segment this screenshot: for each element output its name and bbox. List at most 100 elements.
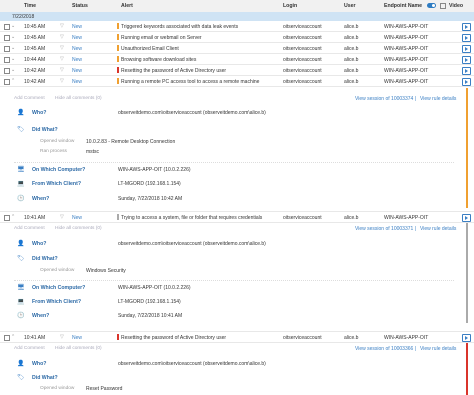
row-checkbox[interactable]	[4, 67, 10, 74]
table-row[interactable]: ⌄ 10:45 AM ▽ New Running email or webmai…	[0, 32, 474, 43]
row-checkbox[interactable]	[4, 45, 10, 52]
row-time: 10:45 AM	[24, 34, 46, 41]
table-row[interactable]: ⌄ 10:45 AM ▽ New Triggered keywords asso…	[0, 21, 474, 32]
row-checkbox[interactable]	[4, 78, 10, 85]
tag-icon: 🏷	[17, 375, 25, 381]
row-time: 10:45 AM	[24, 23, 46, 30]
chevron-down-icon[interactable]: ⌄	[11, 45, 15, 51]
add-comment-link[interactable]: Add Comment	[14, 96, 45, 101]
view-rule-link[interactable]: View rule details	[420, 96, 456, 102]
table-row[interactable]: ⌄ 10:44 AM ▽ New Browsing software downl…	[0, 54, 474, 65]
video-play-icon[interactable]	[462, 34, 471, 42]
chevron-up-icon[interactable]: ⌃	[11, 214, 15, 220]
table-row[interactable]: ⌄ 10:42 AM ▽ New Resetting the password …	[0, 65, 474, 76]
link-separator: |	[415, 346, 417, 352]
row-checkbox[interactable]	[4, 334, 10, 341]
row-endpoint: WIN-AWS-APP-OIT	[384, 56, 429, 63]
row-checkbox[interactable]	[4, 214, 10, 221]
filter-icon[interactable]: ▽	[60, 34, 64, 40]
view-session-link[interactable]: View session of 10003371	[355, 226, 413, 232]
row-status[interactable]: New	[72, 57, 82, 63]
row-checkbox[interactable]	[4, 56, 10, 63]
row-status[interactable]: New	[72, 79, 82, 85]
col-login[interactable]: Login	[283, 3, 297, 9]
chevron-down-icon[interactable]: ⌄	[11, 56, 15, 62]
video-play-icon[interactable]	[462, 67, 471, 75]
video-play-icon[interactable]	[462, 45, 471, 53]
row-status[interactable]: New	[72, 68, 82, 74]
col-video[interactable]: Video	[449, 3, 463, 9]
video-play-icon[interactable]	[462, 334, 471, 342]
row-status[interactable]: New	[72, 46, 82, 52]
col-status[interactable]: Status	[72, 3, 88, 9]
when-value: Sunday, 7/22/2018 10:42 AM	[118, 196, 183, 202]
chevron-down-icon[interactable]: ⌄	[11, 34, 15, 40]
add-comment-link[interactable]: Add Comment	[14, 226, 45, 231]
chevron-down-icon[interactable]: ⌄	[11, 67, 15, 73]
row-checkbox[interactable]	[4, 34, 10, 41]
row-user: alice.b	[344, 214, 359, 221]
filter-icon[interactable]: ▽	[60, 45, 64, 51]
row-status[interactable]: New	[72, 215, 82, 221]
row-alert[interactable]: Browsing software download sites	[121, 57, 196, 63]
filter-icon[interactable]: ▽	[60, 67, 64, 73]
row-checkbox[interactable]	[4, 23, 10, 30]
severity-bar	[117, 334, 119, 340]
row-alert[interactable]: Resetting the password of Active Directo…	[121, 68, 226, 74]
col-time[interactable]: Time	[24, 3, 36, 9]
row-time: 10:41 AM	[24, 214, 46, 221]
video-play-icon[interactable]	[462, 214, 471, 222]
add-comment-link[interactable]: Add Comment	[14, 346, 45, 351]
view-rule-link[interactable]: View rule details	[420, 226, 456, 232]
chevron-up-icon[interactable]: ⌃	[11, 334, 15, 340]
filter-icon[interactable]: ▽	[60, 23, 64, 29]
view-rule-link[interactable]: View rule details	[420, 346, 456, 352]
row-alert[interactable]: Unauthorized Email Client	[121, 46, 179, 52]
row-status[interactable]: New	[72, 335, 82, 341]
row-alert[interactable]: Triggered keywords associated with data …	[121, 24, 238, 30]
video-play-icon[interactable]	[462, 23, 471, 31]
row-time: 10:41 AM	[24, 334, 46, 341]
view-session-link[interactable]: View session of 10003374	[355, 96, 413, 102]
client-icon: 💻	[17, 181, 25, 187]
date-group-header[interactable]: 7/22/2018	[0, 12, 474, 21]
row-user: alice.b	[344, 56, 359, 63]
hide-comments-link[interactable]: Hide all comments (0)	[55, 96, 102, 101]
video-play-icon[interactable]	[462, 78, 471, 86]
chevron-down-icon[interactable]: ⌄	[11, 23, 15, 29]
columns-icon[interactable]	[440, 3, 446, 9]
row-alert[interactable]: Running email or webmail on Server	[121, 35, 202, 41]
col-alert[interactable]: Alert	[121, 3, 133, 9]
video-play-icon[interactable]	[462, 56, 471, 64]
row-time: 10:44 AM	[24, 56, 46, 63]
view-session-link[interactable]: View session of 10003366	[355, 346, 413, 352]
row-alert[interactable]: Trying to access a system, file or folde…	[121, 215, 262, 221]
row-status[interactable]: New	[72, 35, 82, 41]
row-endpoint: WIN-AWS-APP-OIT	[384, 78, 429, 85]
table-row[interactable]: ⌃ 10:41 AM ▽ New Resetting the password …	[0, 331, 474, 343]
filter-icon[interactable]: ▽	[60, 78, 64, 84]
hide-comments-link[interactable]: Hide all comments (0)	[55, 346, 102, 351]
row-endpoint: WIN-AWS-APP-OIT	[384, 214, 429, 221]
col-endpoint[interactable]: Endpoint Name	[384, 3, 422, 9]
computer-icon: 🖥	[17, 167, 25, 173]
filter-icon[interactable]: ▽	[60, 334, 64, 340]
row-user: alice.b	[344, 78, 359, 85]
table-row[interactable]: ⌄ 10:45 AM ▽ New Unauthorized Email Clie…	[0, 43, 474, 54]
hide-comments-link[interactable]: Hide all comments (0)	[55, 226, 102, 231]
table-row[interactable]: ⌃ 10:42 AM ▽ New Running a remote PC acc…	[0, 76, 474, 87]
endpoint-toggle[interactable]	[427, 2, 436, 8]
filter-icon[interactable]: ▽	[60, 56, 64, 62]
row-alert[interactable]: Running a remote PC access tool to acces…	[121, 79, 259, 85]
row-alert[interactable]: Resetting the password of Active Directo…	[121, 335, 226, 341]
filter-icon[interactable]: ▽	[60, 214, 64, 220]
table-row[interactable]: ⌃ 10:41 AM ▽ New Trying to access a syst…	[0, 211, 474, 223]
opened-window-label: Opened window	[40, 386, 75, 391]
row-status[interactable]: New	[72, 24, 82, 30]
when-label: When?	[32, 196, 50, 202]
chevron-up-icon[interactable]: ⌃	[11, 78, 15, 84]
divider	[14, 162, 454, 163]
col-user[interactable]: User	[344, 3, 356, 9]
opened-window-value: Reset Password	[86, 386, 123, 392]
comment-actions: Add Comment Hide all comments (0) View s…	[0, 226, 474, 235]
